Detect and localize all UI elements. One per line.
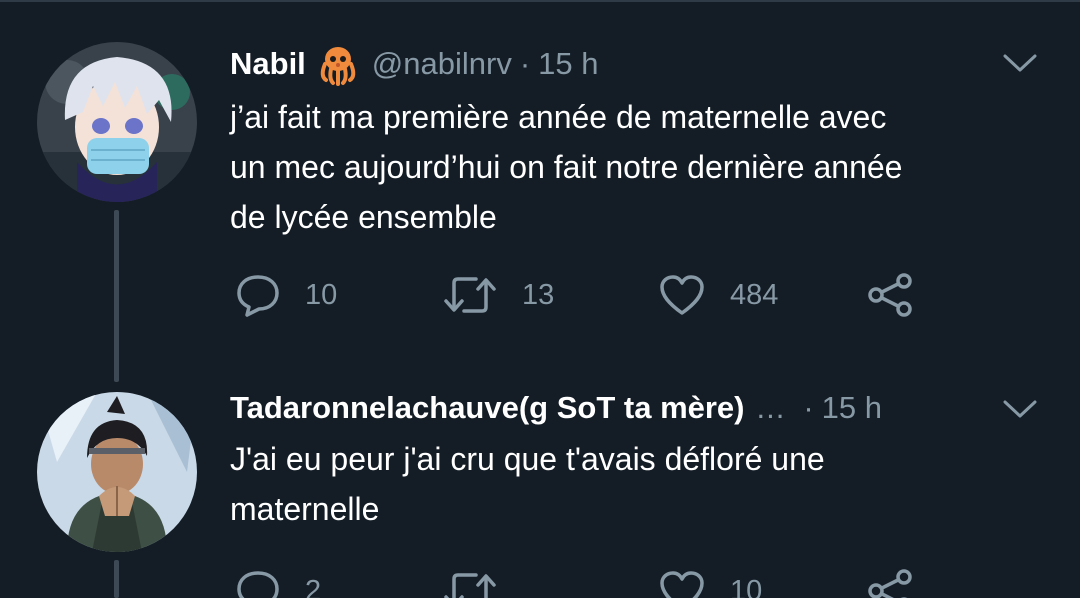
octopus-emoji-icon — [316, 42, 360, 86]
tweet-text: J'ai eu peur j'ai cru que t'avais déflor… — [230, 434, 825, 534]
like-count: 484 — [730, 278, 779, 311]
top-divider — [0, 0, 1080, 2]
share-button[interactable] — [866, 566, 916, 598]
display-name[interactable]: Nabil — [230, 46, 306, 82]
tweet-header: Nabil @nabilnrv · 15 h — [230, 42, 599, 86]
heart-icon — [660, 571, 704, 598]
reply-button[interactable]: 10 — [235, 270, 337, 320]
tweet-text-line: de lycée ensemble — [230, 199, 497, 235]
heart-icon — [660, 275, 704, 315]
share-button[interactable] — [866, 270, 916, 320]
avatar[interactable] — [37, 392, 197, 552]
like-button[interactable]: 484 — [658, 270, 778, 320]
tweet-header: Tadaronnelachauve(g SoT ta mère) ... · 1… — [230, 386, 882, 430]
separator-dot: · — [803, 390, 814, 425]
share-icon — [868, 569, 912, 598]
thread-line — [114, 560, 119, 598]
name-truncation: ... — [756, 390, 786, 425]
chevron-down-icon[interactable] — [1000, 394, 1040, 424]
user-handle[interactable]: @nabilnrv — [372, 46, 512, 82]
retweet-icon — [444, 573, 496, 598]
timestamp[interactable]: 15 h — [822, 390, 882, 426]
avatar-image — [37, 392, 197, 552]
tweet-text-line: J'ai eu peur j'ai cru que t'avais déflor… — [230, 441, 825, 477]
like-button[interactable]: 10 — [658, 566, 762, 598]
reply-count: 2 — [305, 574, 322, 598]
retweet-button[interactable]: 13 — [442, 270, 554, 320]
share-icon — [868, 273, 912, 317]
timestamp[interactable]: 15 h — [538, 46, 598, 82]
thread-line — [114, 210, 119, 382]
tweet-text: j’ai fait ma première année de maternell… — [230, 92, 902, 242]
like-count: 10 — [730, 574, 763, 598]
timeline: Nabil @nabilnrv · 15 h j’ai fait ma prem… — [0, 0, 1080, 598]
tweet-text-line: un mec aujourd’hui on fait notre dernièr… — [230, 149, 903, 185]
tweet-actions: 10 13 484 — [230, 270, 990, 320]
avatar-image — [37, 42, 197, 202]
reply-count: 10 — [305, 278, 338, 311]
reply-icon — [237, 571, 279, 598]
retweet-button[interactable] — [442, 566, 522, 598]
chevron-down-icon[interactable] — [1000, 48, 1040, 78]
tweet-actions: 2 10 — [230, 566, 990, 598]
tweet-text-line: j’ai fait ma première année de maternell… — [230, 99, 887, 135]
reply-icon — [237, 275, 279, 317]
reply-button[interactable]: 2 — [235, 566, 321, 598]
display-name[interactable]: Tadaronnelachauve(g SoT ta mère) — [230, 390, 745, 426]
separator-dot: · — [519, 46, 531, 81]
retweet-count: 13 — [522, 278, 555, 311]
avatar[interactable] — [37, 42, 197, 202]
tweet-text-line: maternelle — [230, 491, 380, 527]
retweet-icon — [444, 277, 496, 313]
